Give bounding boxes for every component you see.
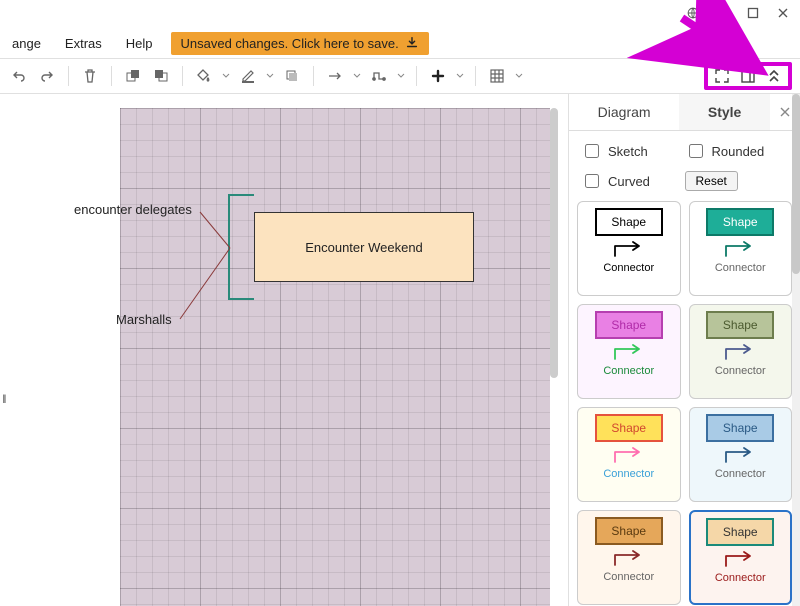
view-buttons-highlight [704,62,792,90]
sketch-checkbox[interactable]: Sketch [581,141,685,161]
preview-arrow-icon [607,238,651,258]
fill-dropdown-icon[interactable] [221,65,231,87]
fullscreen-button[interactable] [714,68,730,84]
preview-shape: Shape [595,517,663,545]
curved-checkbox[interactable]: Curved [581,171,685,191]
insert-dropdown-icon[interactable] [455,65,465,87]
unsaved-banner-label: Unsaved changes. Click here to save. [181,36,399,51]
preview-connector-label: Connector [603,468,654,480]
unsaved-banner[interactable]: Unsaved changes. Click here to save. [171,32,429,55]
branch-label-marshalls[interactable]: Marshalls [116,312,172,327]
menubar: ange Extras Help Unsaved changes. Click … [0,28,800,58]
branch-label-delegates[interactable]: encounter delegates [74,202,192,217]
style-preview-6[interactable]: Shape Connector [577,510,681,605]
connection-dropdown-icon[interactable] [352,65,362,87]
table-button[interactable] [486,65,508,87]
connection-button[interactable] [324,65,346,87]
format-panel: Diagram Style Sketch Rounded Curved Rese… [568,94,800,606]
globe-icon[interactable] [686,6,700,20]
branch-lines [0,94,560,594]
tab-style[interactable]: Style [679,94,770,130]
style-preview-7[interactable]: Shape Connector [689,510,793,605]
format-panel-button[interactable] [740,68,756,84]
reset-button[interactable]: Reset [685,171,738,191]
preview-shape: Shape [706,311,774,339]
line-dropdown-icon[interactable] [265,65,275,87]
preview-connector-label: Connector [603,262,654,274]
preview-arrow-icon [718,238,762,258]
preview-connector-label: Connector [715,468,766,480]
preview-connector-label: Connector [603,571,654,583]
maximize-icon[interactable] [746,6,760,20]
preview-arrow-icon [607,341,651,361]
style-preview-4[interactable]: Shape Connector [577,407,681,502]
style-preview-0[interactable]: Shape Connector [577,201,681,296]
to-back-button[interactable] [150,65,172,87]
truncated-text: II [2,392,5,406]
waypoints-button[interactable] [368,65,390,87]
preview-shape: Shape [706,208,774,236]
preview-arrow-icon [718,548,762,568]
rounded-checkbox[interactable]: Rounded [685,141,789,161]
preview-connector-label: Connector [715,365,766,377]
waypoints-dropdown-icon[interactable] [396,65,406,87]
preview-arrow-icon [718,444,762,464]
preview-shape: Shape [595,311,663,339]
preview-arrow-icon [718,341,762,361]
panel-scrollbar[interactable] [792,94,800,606]
shadow-button[interactable] [281,65,303,87]
delete-button[interactable] [79,65,101,87]
download-icon [405,36,419,50]
tab-diagram[interactable]: Diagram [569,94,679,130]
style-preview-3[interactable]: Shape Connector [689,304,793,399]
collapse-button[interactable] [766,68,782,84]
preview-arrow-icon [607,547,651,567]
minimize-icon[interactable] [716,6,730,20]
toolbar [0,58,800,94]
preview-connector-label: Connector [603,365,654,377]
canvas[interactable]: Encounter Weekend encounter delegates Ma… [0,94,560,606]
style-preview-1[interactable]: Shape Connector [689,201,793,296]
preview-shape: Shape [706,414,774,442]
line-color-button[interactable] [237,65,259,87]
menu-extras[interactable]: Extras [59,32,108,55]
fill-color-button[interactable] [193,65,215,87]
preview-connector-label: Connector [715,262,766,274]
close-icon[interactable] [776,6,790,20]
insert-button[interactable] [427,65,449,87]
redo-button[interactable] [36,65,58,87]
preview-arrow-icon [607,444,651,464]
preview-connector-label: Connector [715,572,766,584]
undo-button[interactable] [8,65,30,87]
to-front-button[interactable] [122,65,144,87]
style-preview-2[interactable]: Shape Connector [577,304,681,399]
menu-arrange[interactable]: ange [6,32,47,55]
table-dropdown-icon[interactable] [514,65,524,87]
preview-shape: Shape [595,208,663,236]
preview-shape: Shape [706,518,774,546]
menu-help[interactable]: Help [120,32,159,55]
style-preview-5[interactable]: Shape Connector [689,407,793,502]
preview-shape: Shape [595,414,663,442]
